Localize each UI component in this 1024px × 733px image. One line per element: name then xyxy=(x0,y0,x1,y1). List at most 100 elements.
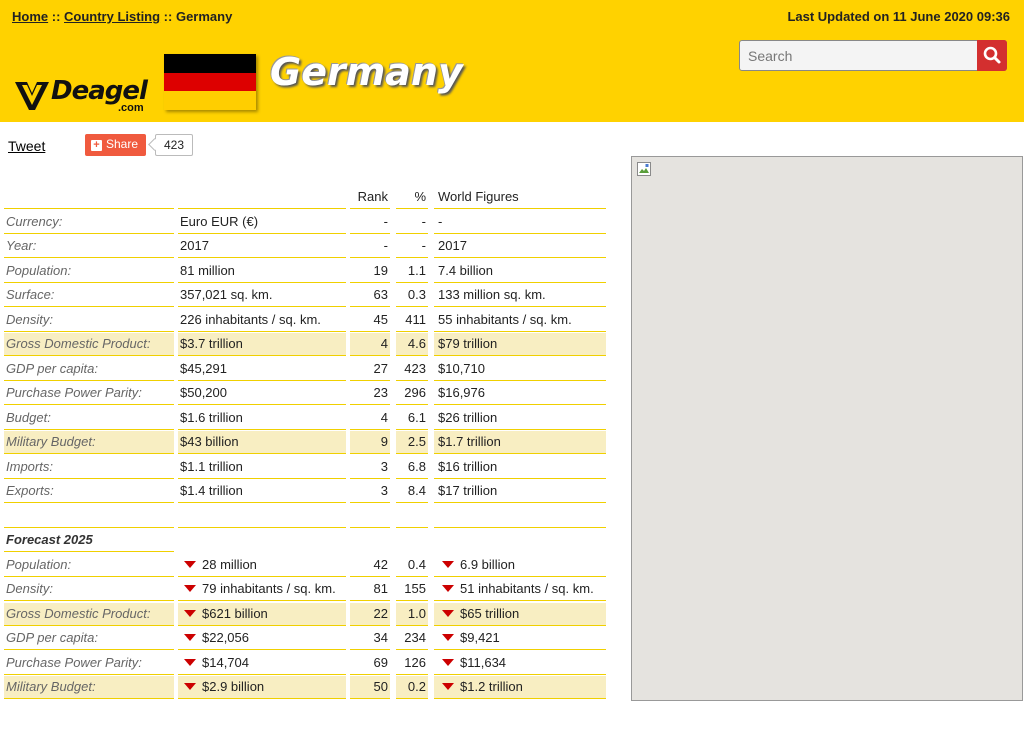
empty-cell xyxy=(396,505,428,528)
row-rank: 63 xyxy=(350,284,390,307)
empty-cell xyxy=(350,505,390,528)
row-label: Purchase Power Parity: xyxy=(4,382,174,405)
row-percent: - xyxy=(396,235,428,258)
row-label: Density: xyxy=(4,309,174,332)
forecast-value-text: $621 billion xyxy=(202,605,268,621)
forecast-row: Density: 79 inhabitants / sq. km. 81 155 51 … xyxy=(4,578,606,603)
forecast-value: 28 million xyxy=(178,554,346,577)
table-row: Exports: $1.4 trillion 3 8.4 $17 trillion xyxy=(4,480,606,505)
forecast-value: $621 billion xyxy=(178,602,346,626)
logo-domain: .com xyxy=(118,102,144,114)
forecast-world-figure: $9,421 xyxy=(434,627,606,650)
down-arrow-icon xyxy=(442,658,454,666)
share-button[interactable]: + Share xyxy=(85,134,146,156)
forecast-world-figure-text: 51 inhabitants / sq. km. xyxy=(460,581,594,596)
forecast-label: GDP per capita: xyxy=(4,627,174,650)
row-world-figure: $16 trillion xyxy=(434,456,606,479)
tweet-link[interactable]: Tweet xyxy=(8,138,45,154)
down-arrow-icon xyxy=(442,683,454,690)
row-label: Gross Domestic Product: xyxy=(4,333,174,356)
forecast-world-figure-text: $65 trillion xyxy=(460,605,520,621)
page-title: Germany xyxy=(270,50,463,94)
deagel-logo[interactable]: Deagel .com xyxy=(14,74,154,116)
forecast-label: Population: xyxy=(4,554,174,577)
table-row: Imports: $1.1 trillion 3 6.8 $16 trillion xyxy=(4,456,606,481)
row-world-figure: $1.7 trillion xyxy=(434,431,606,454)
broken-image-icon xyxy=(637,162,651,176)
header-value-cell xyxy=(178,186,346,209)
row-label: Budget: xyxy=(4,407,174,430)
forecast-world-figure-text: $9,421 xyxy=(460,630,500,645)
row-rank: 23 xyxy=(350,382,390,405)
search-icon xyxy=(983,46,1001,64)
table-row: Budget: $1.6 trillion 4 6.1 $26 trillion xyxy=(4,407,606,432)
forecast-percent: 1.0 xyxy=(396,602,428,626)
row-value: $50,200 xyxy=(178,382,346,405)
table-row: Gross Domestic Product: $3.7 trillion 4 4.6… xyxy=(4,333,606,358)
forecast-world-figure: $11,634 xyxy=(434,652,606,675)
search-input[interactable] xyxy=(740,41,976,70)
forecast-value-text: $14,704 xyxy=(202,654,249,670)
row-value: $1.4 trillion xyxy=(178,480,346,503)
row-value: $3.7 trillion xyxy=(178,333,346,356)
table-row: Population: 81 million 19 1.1 7.4 billion xyxy=(4,260,606,285)
plus-icon: + xyxy=(91,140,102,151)
breadcrumb-home-link[interactable]: Home xyxy=(12,9,48,24)
row-world-figure: $16,976 xyxy=(434,382,606,405)
row-value: 226 inhabitants / sq. km. xyxy=(178,309,346,332)
row-value: $1.6 trillion xyxy=(178,407,346,430)
empty-cell xyxy=(4,505,174,528)
row-world-figure: 133 million sq. km. xyxy=(434,284,606,307)
row-percent: - xyxy=(396,211,428,234)
down-arrow-icon xyxy=(184,585,196,592)
down-arrow-icon xyxy=(184,658,196,666)
row-world-figure: $79 trillion xyxy=(434,333,606,356)
row-value: $45,291 xyxy=(178,358,346,381)
forecast-rank: 42 xyxy=(350,554,390,577)
row-percent: 1.1 xyxy=(396,260,428,283)
forecast-value: $14,704 xyxy=(178,652,346,675)
forecast-rank: 34 xyxy=(350,627,390,650)
down-arrow-icon xyxy=(442,585,454,592)
breadcrumb-country-listing-link[interactable]: Country Listing xyxy=(64,9,160,24)
row-percent: 4.6 xyxy=(396,333,428,356)
forecast-value: 79 inhabitants / sq. km. xyxy=(178,578,346,601)
table-row: Purchase Power Parity: $50,200 23 296 $16,97… xyxy=(4,382,606,407)
search-button[interactable] xyxy=(977,40,1007,71)
row-rank: 9 xyxy=(350,431,390,454)
forecast-value: $22,056 xyxy=(178,627,346,650)
forecast-percent: 0.2 xyxy=(396,676,428,699)
row-label: Imports: xyxy=(4,456,174,479)
row-percent: 411 xyxy=(396,309,428,332)
forecast-world-figure: 6.9 billion xyxy=(434,554,606,577)
forecast-rank: 81 xyxy=(350,578,390,601)
spacer-row xyxy=(4,505,606,530)
row-label: Military Budget: xyxy=(4,431,174,454)
side-image-placeholder xyxy=(631,156,1023,701)
table-row: Currency: Euro EUR (€) - - - xyxy=(4,211,606,236)
forecast-row: Military Budget: $2.9 billion 50 0.2 $1.2 tr… xyxy=(4,676,606,701)
row-rank: 27 xyxy=(350,358,390,381)
table-header-row: Rank% World Figures xyxy=(4,186,606,211)
row-percent: 6.8 xyxy=(396,456,428,479)
table-row: Density: 226 inhabitants / sq. km. 45 411 55… xyxy=(4,309,606,334)
forecast-value-text: 79 inhabitants / sq. km. xyxy=(202,581,336,596)
table-row: Military Budget: $43 billion 9 2.5 $1.7 tril… xyxy=(4,431,606,456)
row-percent: 2.5 xyxy=(396,431,428,454)
down-arrow-icon xyxy=(184,683,196,690)
row-value: 357,021 sq. km. xyxy=(178,284,346,307)
row-rank: - xyxy=(350,211,390,234)
row-label: Surface: xyxy=(4,284,174,307)
down-arrow-icon xyxy=(442,634,454,641)
forecast-world-figure: $1.2 trillion xyxy=(434,676,606,699)
forecast-row: Gross Domestic Product: $621 billion 22 1.0… xyxy=(4,602,606,628)
forecast-rank: 22 xyxy=(350,602,390,626)
forecast-percent: 155 xyxy=(396,578,428,601)
breadcrumb-separator: :: xyxy=(160,9,176,24)
row-world-figure: 2017 xyxy=(434,235,606,258)
breadcrumb: Home :: Country Listing :: Germany xyxy=(12,9,232,24)
row-percent: 6.1 xyxy=(396,407,428,430)
table-row: GDP per capita: $45,291 27 423 $10,710 xyxy=(4,358,606,383)
row-world-figure: 7.4 billion xyxy=(434,260,606,283)
down-arrow-icon xyxy=(442,609,454,617)
